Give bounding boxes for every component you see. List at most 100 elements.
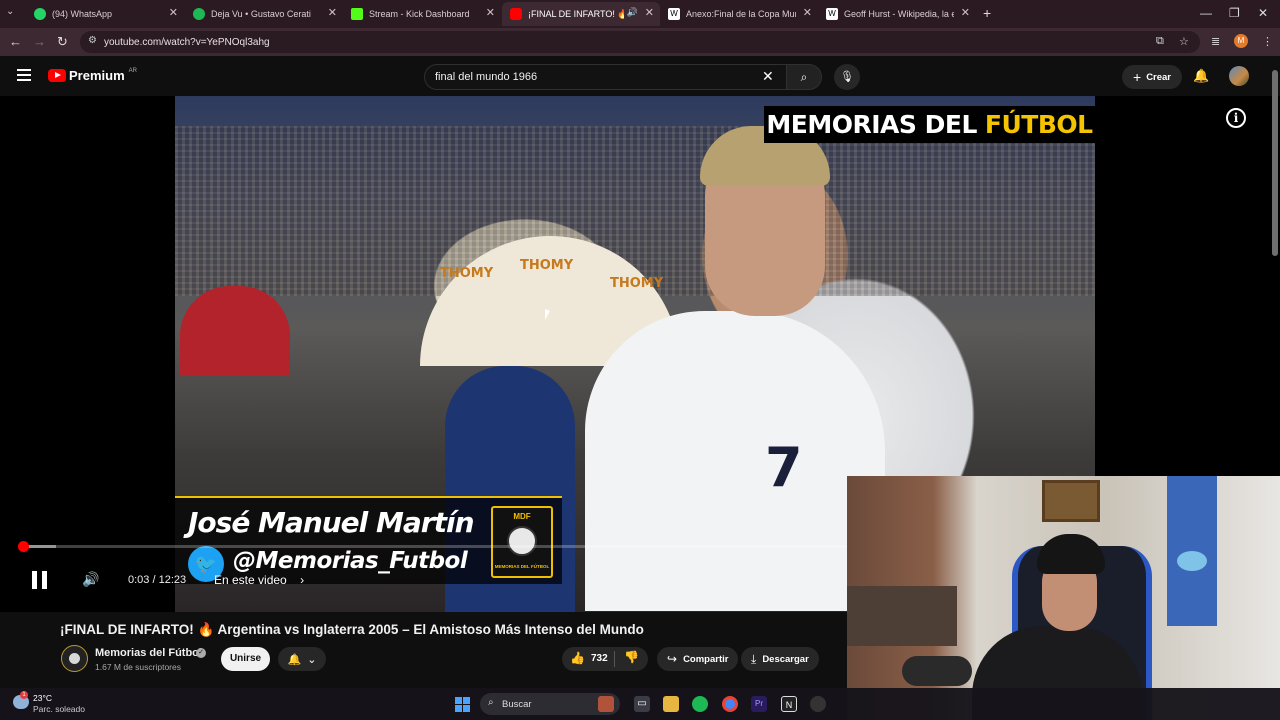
windows-start-icon[interactable] bbox=[455, 697, 470, 712]
subscription-bell-button[interactable]: 🔔 ⌄ bbox=[278, 647, 326, 671]
clear-search-icon[interactable]: ✕ bbox=[762, 68, 774, 85]
bell-icon: 🔔 bbox=[287, 653, 302, 666]
minimize-icon[interactable]: — bbox=[1200, 6, 1212, 20]
close-tab-icon[interactable]: ✕ bbox=[803, 6, 812, 19]
badge-caption: MEMORIAS DEL FÚTBOL bbox=[494, 564, 550, 569]
url-text: youtube.com/watch?v=YePNOql3ahg bbox=[104, 36, 270, 48]
watermark-white-text: MEMORIAS DEL bbox=[766, 110, 977, 139]
tab-label: ¡FINAL DE INFARTO! 🔥 Arg bbox=[528, 8, 624, 19]
info-icon[interactable]: i bbox=[1226, 108, 1246, 128]
tab-label: (94) WhatsApp bbox=[52, 9, 113, 19]
notifications-bell-icon[interactable]: 🔔 bbox=[1193, 68, 1209, 84]
account-avatar[interactable] bbox=[1229, 66, 1249, 86]
time-display: 0:03 / 12:23 bbox=[128, 574, 187, 586]
mouse-cursor bbox=[545, 309, 550, 320]
microphone-icon: 🎙 bbox=[840, 71, 854, 83]
tab-spotify[interactable]: Deja Vu • Gustavo Cerati ✕ bbox=[185, 2, 343, 26]
file-explorer-icon[interactable] bbox=[663, 696, 679, 712]
restore-icon[interactable]: ❐ bbox=[1229, 6, 1240, 20]
chrome-icon[interactable] bbox=[722, 696, 738, 712]
channel-avatar[interactable] bbox=[61, 645, 88, 672]
spotify-icon[interactable] bbox=[692, 696, 708, 712]
tab-youtube-active[interactable]: ¡FINAL DE INFARTO! 🔥 Arg 🔊 ✕ bbox=[502, 2, 660, 26]
close-tab-icon[interactable]: ✕ bbox=[328, 6, 337, 19]
subscriber-count: 1.67 M de suscriptores bbox=[95, 662, 181, 672]
video-title: ¡FINAL DE INFARTO! 🔥 Argentina vs Inglat… bbox=[60, 622, 644, 637]
notion-icon[interactable]: N bbox=[781, 696, 797, 712]
cast-icon[interactable]: ⧉ bbox=[1156, 35, 1164, 48]
reload-icon[interactable]: ↻ bbox=[57, 34, 68, 50]
channel-name[interactable]: Memorias del Fútbol bbox=[95, 647, 202, 659]
download-icon: ⤓ bbox=[751, 651, 757, 666]
dislike-button[interactable]: 👎 bbox=[624, 650, 639, 664]
sponsor-text: THOMY bbox=[520, 258, 574, 273]
search-icon: ⌕ bbox=[488, 697, 494, 708]
tab-kick[interactable]: Stream - Kick Dashboard ✕ bbox=[343, 2, 501, 26]
site-info-icon[interactable]: ⚙ bbox=[88, 35, 97, 46]
page-scrollbar[interactable] bbox=[1272, 70, 1278, 256]
browser-tab-strip: ⌄ (94) WhatsApp ✕ Deja Vu • Gustavo Cera… bbox=[0, 0, 1280, 28]
chevron-right-icon: › bbox=[300, 573, 305, 587]
streamer-hair bbox=[1037, 534, 1105, 574]
region-code: AR bbox=[128, 67, 137, 74]
close-tab-icon[interactable]: ✕ bbox=[961, 6, 970, 19]
audio-playing-icon[interactable]: 🔊 bbox=[627, 7, 638, 18]
search-query: final del mundo 1966 bbox=[435, 71, 538, 83]
kick-icon bbox=[351, 8, 363, 20]
hamburger-menu-icon[interactable] bbox=[17, 69, 31, 81]
profile-avatar[interactable]: M bbox=[1234, 34, 1248, 48]
share-label: Compartir bbox=[683, 653, 729, 665]
obs-icon[interactable] bbox=[810, 696, 826, 712]
search-input[interactable]: final del mundo 1966 bbox=[424, 64, 786, 90]
spotify-icon bbox=[193, 8, 205, 20]
like-button[interactable]: 👍 732 bbox=[570, 651, 608, 665]
webcam-overlay bbox=[847, 476, 1280, 720]
bookmark-star-icon[interactable]: ☆ bbox=[1179, 35, 1189, 48]
new-tab-icon[interactable]: + bbox=[983, 5, 991, 21]
tab-search-icon[interactable]: ⌄ bbox=[6, 6, 14, 17]
tab-label: Stream - Kick Dashboard bbox=[369, 9, 470, 19]
search-icon: ⌕ bbox=[800, 70, 808, 84]
volume-icon[interactable]: 🔊 bbox=[82, 571, 99, 588]
pause-button[interactable] bbox=[32, 571, 48, 589]
england-jersey bbox=[585, 311, 885, 611]
divider bbox=[614, 651, 615, 667]
twitter-handle: @Memorias_Futbol bbox=[233, 548, 468, 574]
jersey-number: 7 bbox=[765, 436, 803, 499]
address-bar[interactable]: ⚙ youtube.com/watch?v=YePNOql3ahg bbox=[80, 31, 1200, 53]
youtube-logo[interactable]: Premium AR bbox=[48, 68, 137, 83]
close-tab-icon[interactable]: ✕ bbox=[169, 6, 178, 19]
tab-whatsapp[interactable]: (94) WhatsApp ✕ bbox=[26, 2, 184, 26]
youtube-header: Premium AR final del mundo 1966 ✕ ⌕ 🎙 + … bbox=[0, 56, 1280, 96]
download-label: Descargar bbox=[762, 653, 809, 665]
close-window-icon[interactable]: ✕ bbox=[1258, 6, 1268, 20]
premiere-pro-icon[interactable]: Pr bbox=[751, 696, 767, 712]
badge-acronym: MDF bbox=[513, 512, 531, 521]
browser-menu-icon[interactable]: ⋮ bbox=[1262, 35, 1273, 48]
share-button[interactable]: ↪ Compartir bbox=[657, 647, 739, 671]
task-view-icon[interactable]: ▭ bbox=[634, 696, 650, 712]
pause-icon bbox=[32, 571, 37, 589]
chevron-down-icon: ⌄ bbox=[307, 653, 317, 666]
voice-search-button[interactable]: 🎙 bbox=[834, 64, 860, 90]
search-highlight-icon[interactable] bbox=[598, 696, 614, 712]
join-button[interactable]: Unirse bbox=[221, 647, 270, 671]
media-controls-icon[interactable]: ≣ bbox=[1211, 35, 1220, 48]
thumbs-up-icon: 👍 bbox=[570, 651, 585, 665]
search-button[interactable]: ⌕ bbox=[786, 64, 822, 90]
dog bbox=[902, 656, 972, 686]
close-tab-icon[interactable]: ✕ bbox=[486, 6, 495, 19]
chapters-button[interactable]: En este video › bbox=[214, 573, 304, 587]
progress-bar[interactable] bbox=[20, 545, 847, 548]
forward-icon[interactable]: → bbox=[33, 34, 46, 49]
close-tab-icon[interactable]: ✕ bbox=[645, 6, 654, 19]
tab-wikipedia-final[interactable]: W Anexo:Final de la Copa Mundia ✕ bbox=[660, 2, 818, 26]
download-button[interactable]: ⤓ Descargar bbox=[741, 647, 819, 671]
plus-icon: + bbox=[1133, 69, 1142, 85]
create-button[interactable]: + Crear bbox=[1122, 65, 1183, 89]
football-icon bbox=[507, 526, 537, 556]
tab-wikipedia-hurst[interactable]: W Geoff Hurst - Wikipedia, la enc ✕ bbox=[818, 2, 976, 26]
back-icon[interactable]: ← bbox=[9, 34, 22, 49]
chapters-label: En este video bbox=[214, 573, 287, 587]
youtube-icon bbox=[510, 8, 522, 20]
